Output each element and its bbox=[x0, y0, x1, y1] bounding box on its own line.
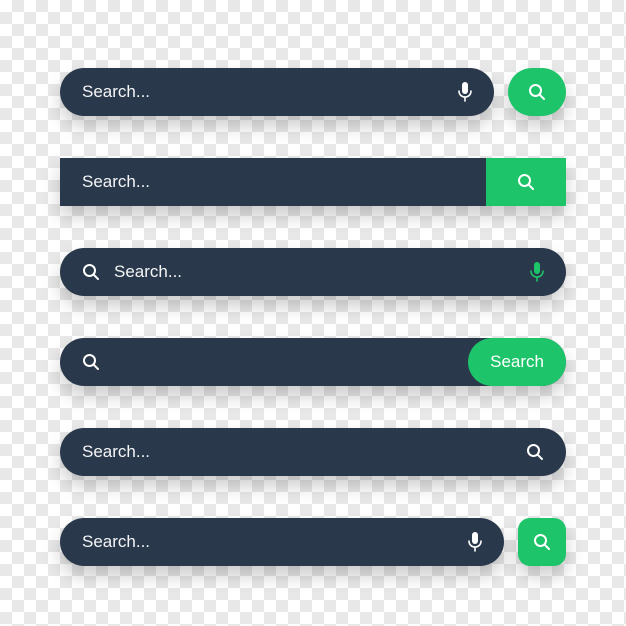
search-icon bbox=[82, 353, 100, 371]
search-icon bbox=[517, 173, 535, 191]
search-input[interactable] bbox=[82, 68, 458, 116]
search-input[interactable] bbox=[82, 518, 468, 566]
search-input[interactable] bbox=[114, 248, 516, 296]
search-icon bbox=[528, 83, 546, 101]
search-variant-2 bbox=[60, 158, 566, 206]
search-input[interactable] bbox=[82, 428, 526, 476]
search-button[interactable] bbox=[486, 158, 566, 206]
search-button[interactable]: Search bbox=[468, 338, 566, 386]
search-icon bbox=[82, 263, 100, 281]
search-variant-4[interactable]: Search bbox=[60, 338, 566, 386]
microphone-icon[interactable] bbox=[530, 262, 544, 282]
search-button-label: Search bbox=[490, 352, 544, 372]
microphone-icon[interactable] bbox=[458, 82, 472, 102]
search-icon bbox=[533, 533, 551, 551]
search-button[interactable] bbox=[518, 518, 566, 566]
search-variant-1 bbox=[60, 68, 566, 116]
search-icon[interactable] bbox=[526, 443, 544, 461]
search-bar[interactable] bbox=[60, 68, 494, 116]
search-bar[interactable] bbox=[60, 518, 504, 566]
search-bar[interactable] bbox=[60, 158, 486, 206]
search-button[interactable] bbox=[508, 68, 566, 116]
search-input[interactable] bbox=[82, 158, 464, 206]
search-input[interactable] bbox=[114, 338, 454, 386]
search-variant-3[interactable] bbox=[60, 248, 566, 296]
search-variant-5[interactable] bbox=[60, 428, 566, 476]
search-variant-6 bbox=[60, 518, 566, 566]
microphone-icon[interactable] bbox=[468, 532, 482, 552]
